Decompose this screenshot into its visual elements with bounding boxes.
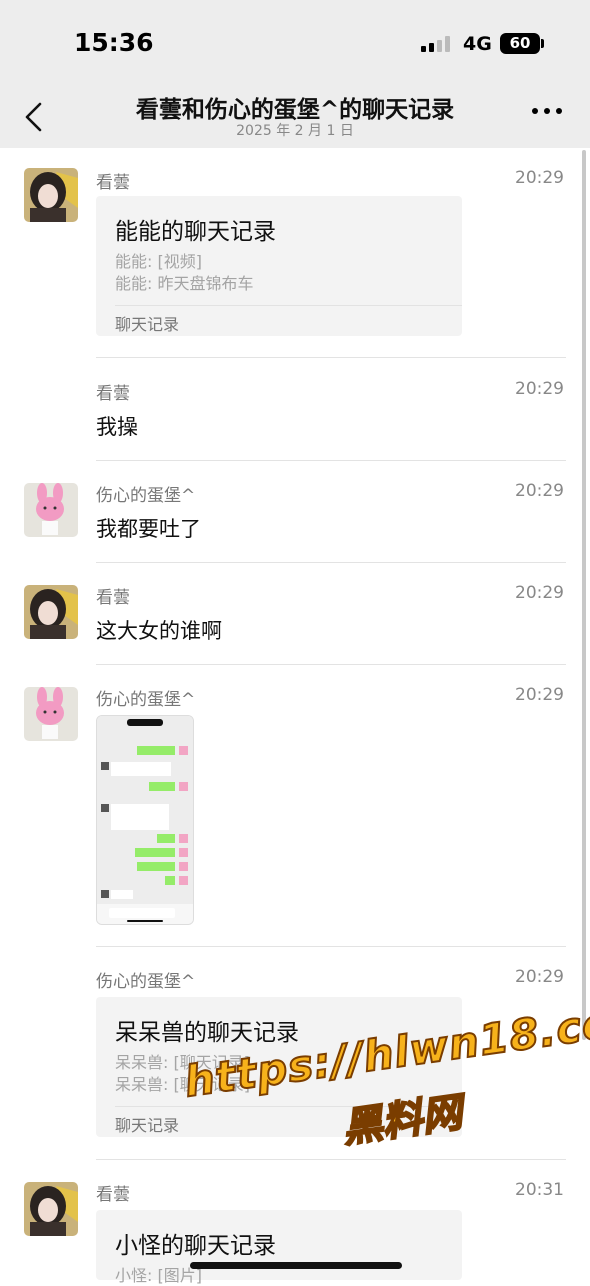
message-time: 20:29 <box>515 379 564 399</box>
divider <box>96 357 566 358</box>
card-title: 能能的聊天记录 <box>115 219 276 245</box>
message-time: 20:29 <box>515 685 564 705</box>
sender-name: 看蕓 <box>96 384 130 404</box>
message-time: 20:29 <box>515 583 564 603</box>
message-item: 看蕓 20:29 我操 <box>0 379 590 461</box>
sender-name: 看蕓 <box>96 588 130 608</box>
divider <box>96 946 566 947</box>
divider <box>96 562 566 563</box>
message-item: 看蕓 20:29 这大女的谁啊 <box>0 583 590 665</box>
card-divider <box>115 305 462 306</box>
message-time: 20:29 <box>515 967 564 987</box>
divider <box>96 460 566 461</box>
avatar[interactable] <box>24 585 78 639</box>
page-title: 看蕓和伤心的蛋堡^的聊天记录 <box>135 97 455 123</box>
card-line: 能能: [视频] <box>115 252 202 271</box>
sender-name: 伤心的蛋堡^ <box>96 690 196 710</box>
battery-icon: 60 <box>500 33 540 54</box>
avatar[interactable] <box>24 687 78 741</box>
message-item: 伤心的蛋堡^ 20:29 我都要吐了 <box>0 481 590 563</box>
sender-name: 看蕓 <box>96 173 130 193</box>
message-time: 20:31 <box>515 1180 564 1200</box>
message-item: 看蕓 20:29 能能的聊天记录 能能: [视频] 能能: 昨天盘锦布车 聊天记… <box>0 168 590 358</box>
page-subtitle: 2025 年 2 月 1 日 <box>236 123 354 139</box>
avatar[interactable] <box>24 1182 78 1236</box>
chat-record-card[interactable]: 小怪的聊天记录 小怪: [图片] <box>96 1210 462 1285</box>
nav-bar: 看蕓和伤心的蛋堡^的聊天记录 2025 年 2 月 1 日 <box>0 88 590 148</box>
battery-tip <box>541 39 544 48</box>
screenshot-image[interactable] <box>96 715 194 925</box>
card-title: 小怪的聊天记录 <box>115 1233 276 1259</box>
network-type: 4G <box>463 33 492 55</box>
sender-name: 伤心的蛋堡^ <box>96 972 196 992</box>
message-text: 我都要吐了 <box>96 517 201 541</box>
chat-record-card[interactable]: 能能的聊天记录 能能: [视频] 能能: 昨天盘锦布车 聊天记录 <box>96 196 462 336</box>
back-icon[interactable] <box>22 100 46 134</box>
status-bar: 15:36 4G 60 <box>0 0 590 88</box>
card-line: 能能: 昨天盘锦布车 <box>115 274 254 293</box>
message-text: 这大女的谁啊 <box>96 619 222 643</box>
card-footer: 聊天记录 <box>115 1116 180 1135</box>
message-time: 20:29 <box>515 168 564 188</box>
more-icon[interactable] <box>532 108 564 118</box>
card-footer: 聊天记录 <box>115 315 180 334</box>
divider <box>96 664 566 665</box>
status-time: 15:36 <box>74 28 154 57</box>
message-text: 我操 <box>96 415 138 439</box>
message-item: 伤心的蛋堡^ 20:29 <box>0 685 590 947</box>
card-line: 小怪: [图片] <box>115 1266 202 1285</box>
sender-name: 伤心的蛋堡^ <box>96 486 196 506</box>
signal-icon <box>421 36 451 52</box>
home-indicator[interactable] <box>190 1262 402 1269</box>
sender-name: 看蕓 <box>96 1185 130 1205</box>
avatar[interactable] <box>24 168 78 222</box>
watermark-name: 黑料网 <box>339 1089 466 1153</box>
avatar[interactable] <box>24 483 78 537</box>
message-time: 20:29 <box>515 481 564 501</box>
